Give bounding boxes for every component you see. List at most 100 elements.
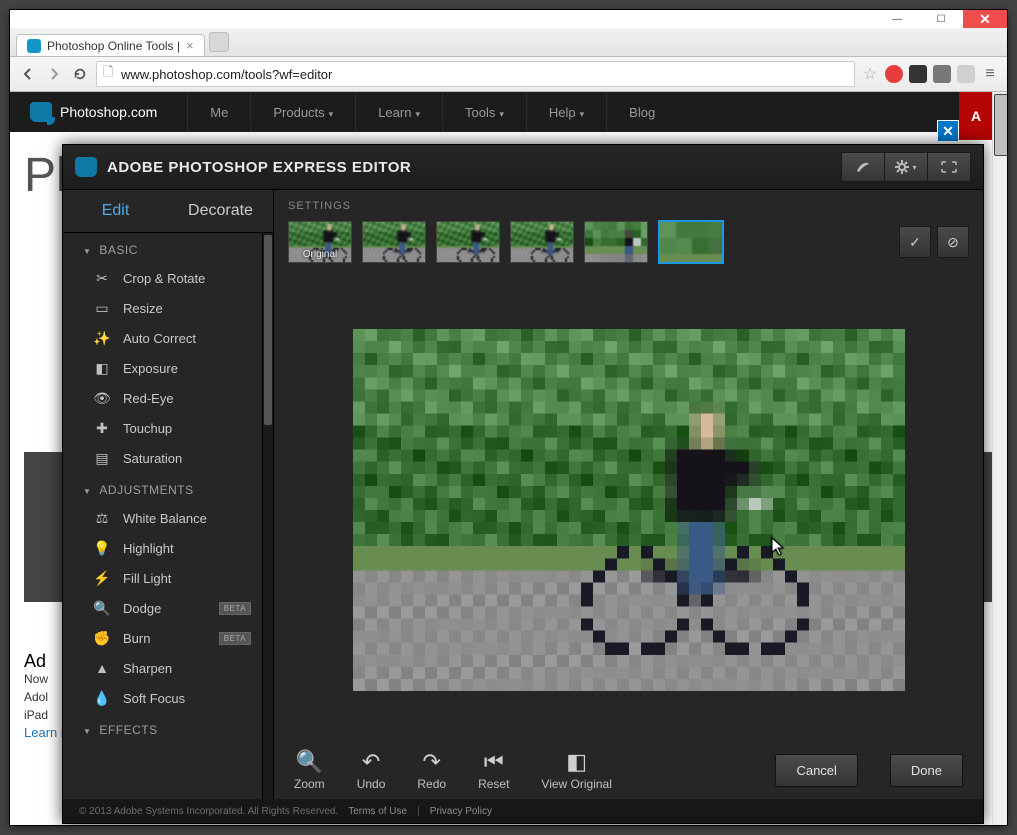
close-tab-icon[interactable]: ×	[186, 38, 194, 53]
redo-icon: ↷	[423, 749, 441, 775]
favicon-icon	[27, 39, 41, 53]
section-adjustments[interactable]: ADJUSTMENTS	[63, 473, 273, 503]
canvas-wrap	[274, 278, 983, 741]
balance-icon: ⚖	[93, 509, 111, 527]
forward-button[interactable]	[44, 64, 64, 84]
extension-icon[interactable]	[885, 65, 903, 83]
terms-link[interactable]: Terms of Use	[348, 806, 407, 817]
redo-button[interactable]: ↷ Redo	[417, 749, 446, 791]
nav-tools[interactable]: Tools▾	[442, 93, 526, 132]
tool-fill-light[interactable]: ⚡Fill Light	[63, 563, 273, 593]
modal-header: ADOBE PHOTOSHOP EXPRESS EDITOR ▾	[63, 145, 983, 190]
bulb-icon: 💡	[93, 539, 111, 557]
exposure-icon: ◧	[93, 359, 111, 377]
reload-button[interactable]	[70, 64, 90, 84]
bookmark-star-icon[interactable]: ☆	[861, 65, 879, 83]
preset-thumb[interactable]	[510, 221, 574, 263]
header-tool-brush[interactable]	[841, 152, 885, 182]
sidebar-scrollbar[interactable]	[262, 233, 273, 799]
reset-button[interactable]: ⏮ Reset	[478, 749, 509, 791]
preset-thumb[interactable]	[362, 221, 426, 263]
reset-icon: ⏮	[484, 749, 504, 775]
new-tab-button[interactable]	[209, 32, 229, 52]
zoom-button[interactable]: 🔍 Zoom	[294, 749, 325, 791]
site-header: Photoshop.com Me Products▾ Learn▾ Tools▾…	[10, 92, 1007, 132]
preset-thumb[interactable]	[436, 221, 500, 263]
extension-icons: ☆ ≡	[861, 65, 999, 83]
section-basic[interactable]: BASIC	[63, 233, 273, 263]
site-brand: Photoshop.com	[60, 104, 157, 120]
header-tool-fullscreen[interactable]	[928, 152, 971, 182]
zoom-icon: 🔍	[296, 749, 323, 775]
tool-saturation[interactable]: ▤Saturation	[63, 443, 273, 473]
apply-button[interactable]: ✓	[899, 226, 931, 258]
burn-icon: ✊	[93, 629, 111, 647]
cancel-button[interactable]: Cancel	[775, 754, 857, 787]
tool-auto-correct[interactable]: ✨Auto Correct	[63, 323, 273, 353]
saturation-icon: ▤	[93, 449, 111, 467]
section-effects[interactable]: EFFECTS	[63, 713, 273, 743]
nav-me[interactable]: Me	[187, 93, 250, 132]
browser-tab-title: Photoshop Online Tools |	[47, 39, 180, 53]
tool-burn[interactable]: ✊BurnBETA	[63, 623, 273, 653]
modal-header-tools: ▾	[841, 152, 971, 182]
tab-edit[interactable]: Edit	[63, 190, 168, 232]
undo-button[interactable]: ↶ Undo	[357, 749, 386, 791]
logo-icon	[30, 102, 52, 122]
sharpen-icon: ▲	[93, 659, 111, 677]
image-canvas[interactable]	[353, 329, 905, 691]
window-close-button[interactable]: ✕	[963, 10, 1007, 28]
tool-exposure[interactable]: ◧Exposure	[63, 353, 273, 383]
window-maximize-button[interactable]: ☐	[919, 10, 963, 28]
editor-stage: SETTINGS Original ✓ ⊘	[274, 190, 983, 799]
settings-label: SETTINGS	[288, 200, 969, 212]
tool-dodge[interactable]: 🔍DodgeBETA	[63, 593, 273, 623]
nav-products[interactable]: Products▾	[250, 93, 355, 132]
tool-resize[interactable]: ▭Resize	[63, 293, 273, 323]
browser-tab[interactable]: Photoshop Online Tools | ×	[16, 34, 205, 56]
tool-touchup[interactable]: ✚Touchup	[63, 413, 273, 443]
editor-modal: ADOBE PHOTOSHOP EXPRESS EDITOR ▾	[62, 144, 984, 824]
adobe-tag[interactable]: A	[959, 92, 993, 140]
app-logo-icon	[75, 157, 97, 177]
modal-title: ADOBE PHOTOSHOP EXPRESS EDITOR	[75, 157, 411, 177]
extension-icon[interactable]	[909, 65, 927, 83]
discard-button[interactable]: ⊘	[937, 226, 969, 258]
sidebar-tabs: Edit Decorate	[63, 190, 273, 233]
view-original-button[interactable]: ◧ View Original	[541, 749, 611, 791]
tool-crop-rotate[interactable]: ✂Crop & Rotate	[63, 263, 273, 293]
nav-blog[interactable]: Blog	[606, 93, 677, 132]
browser-toolbar: 🗋 www.photoshop.com/tools?wf=editor ☆ ≡	[10, 57, 1007, 92]
preset-thumb[interactable]	[584, 221, 648, 263]
compare-icon: ◧	[566, 749, 587, 775]
extension-icon[interactable]	[933, 65, 951, 83]
tool-highlight[interactable]: 💡Highlight	[63, 533, 273, 563]
chrome-menu-icon[interactable]: ≡	[981, 65, 999, 83]
header-tool-settings[interactable]: ▾	[885, 152, 928, 182]
modal-close-button[interactable]: ✕	[937, 120, 959, 142]
window-titlebar: — ☐ ✕	[10, 10, 1007, 28]
privacy-link[interactable]: Privacy Policy	[430, 806, 492, 817]
extension-icon[interactable]	[957, 65, 975, 83]
nav-help[interactable]: Help▾	[526, 93, 606, 132]
tool-red-eye[interactable]: 👁Red-Eye	[63, 383, 273, 413]
tool-white-balance[interactable]: ⚖White Balance	[63, 503, 273, 533]
preset-thumb-original[interactable]: Original	[288, 221, 352, 263]
browser-tab-strip: Photoshop Online Tools | ×	[10, 28, 1007, 57]
crop-icon: ✂	[93, 269, 111, 287]
done-button[interactable]: Done	[890, 754, 963, 787]
tool-sharpen[interactable]: ▲Sharpen	[63, 653, 273, 683]
os-window: — ☐ ✕ Photoshop Online Tools | × 🗋 www.p…	[10, 10, 1007, 825]
site-logo[interactable]: Photoshop.com	[30, 102, 157, 122]
bottom-toolbar: 🔍 Zoom ↶ Undo ↷ Redo ⏮	[274, 741, 983, 799]
nav-learn[interactable]: Learn▾	[355, 93, 442, 132]
resize-icon: ▭	[93, 299, 111, 317]
tab-decorate[interactable]: Decorate	[168, 190, 273, 232]
modal-footer: © 2013 Adobe Systems Incorporated. All R…	[63, 799, 983, 823]
page-scrollbar[interactable]	[992, 92, 1007, 825]
preset-thumb-selected[interactable]	[658, 220, 724, 264]
window-minimize-button[interactable]: —	[875, 10, 919, 28]
tool-soft-focus[interactable]: 💧Soft Focus	[63, 683, 273, 713]
back-button[interactable]	[18, 64, 38, 84]
address-bar[interactable]: 🗋 www.photoshop.com/tools?wf=editor	[96, 61, 855, 87]
